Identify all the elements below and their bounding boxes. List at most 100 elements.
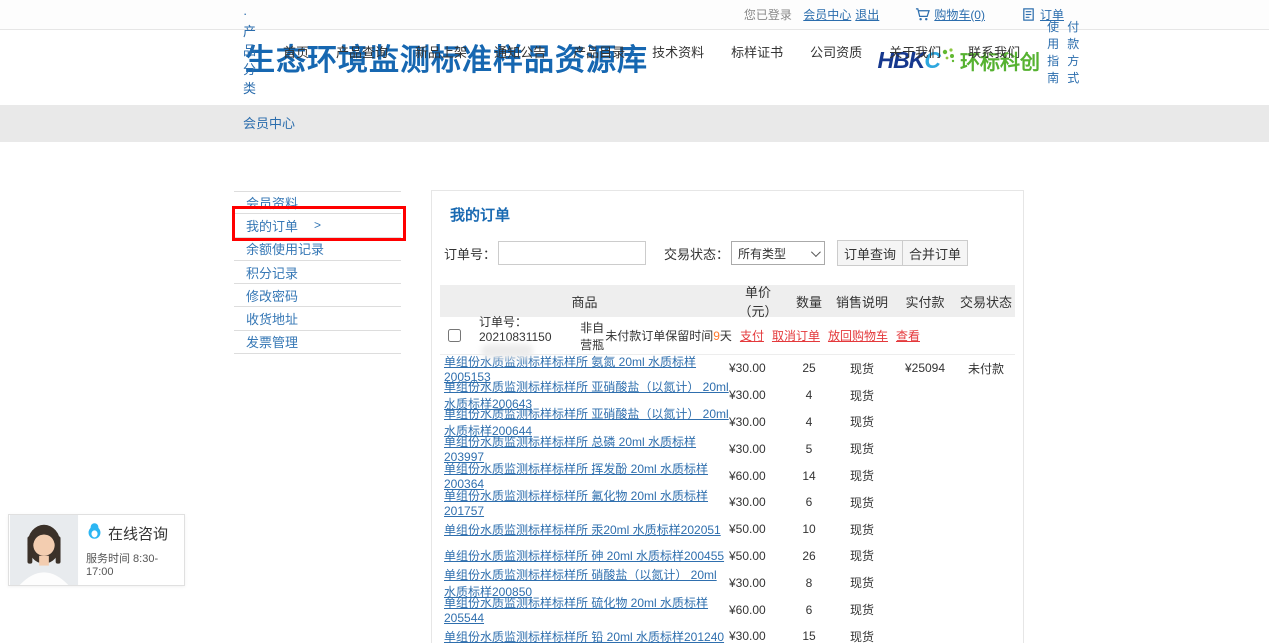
orders-panel: 我的订单 订单号： 交易状态： 所有类型 订单查询 合并订单 商品 单价（元） … xyxy=(431,190,1024,643)
qq-icon xyxy=(86,522,103,544)
col-header-price: 单价（元） xyxy=(729,282,787,320)
nav-item[interactable]: 公司资质 xyxy=(810,42,862,61)
sidebar-item-label: 修改密码 xyxy=(246,286,298,305)
product-qty: 4 xyxy=(787,388,831,402)
product-row: 单组份水质监测标样标样所 氟化物 20ml 水质标样201757 ¥30.00 … xyxy=(440,489,1015,516)
nav-item[interactable]: 新品上架 xyxy=(415,42,467,61)
sidebar-item[interactable]: 发票管理 xyxy=(234,331,401,354)
nav-item[interactable]: 产品目录 xyxy=(573,42,625,61)
retention-note: 未付款订单保留时间9天 xyxy=(605,327,732,344)
product-qty: 15 xyxy=(787,629,831,643)
nav-usage-guide[interactable]: 使用指南 xyxy=(1047,18,1059,86)
product-price: ¥50.00 xyxy=(729,522,787,536)
col-header-qty: 数量 xyxy=(787,292,831,311)
nav-payment-method[interactable]: 付款方式 xyxy=(1067,18,1079,86)
product-row: 单组份水质监测标样标样所 硝酸盐（以氮计） 20ml 水质标样200850 ¥3… xyxy=(440,569,1015,596)
site-header: 生态环境监测标准样品资源库 HBKC 环标科创 ·产品分类 首页 产品查询 新品… xyxy=(0,30,1269,105)
sidebar-item[interactable]: 余额使用记录 xyxy=(234,238,401,261)
status-label: 交易状态： xyxy=(664,244,729,263)
main-nav: · 产品分类 首页 产品查询 新品上架 通知公告 产品目录 技术资料 标样证书 公… xyxy=(243,6,1064,97)
return-to-cart-link[interactable]: 放回购物车 xyxy=(828,327,888,344)
nav-item[interactable]: 联系我们 xyxy=(968,42,1020,61)
merge-orders-button[interactable]: 合并订单 xyxy=(902,240,968,266)
order-no-label: 订单号： xyxy=(444,244,496,263)
nav-item[interactable]: 关于我们 xyxy=(889,42,941,61)
redacted-order-digits xyxy=(481,344,533,358)
product-row: 单组份水质监测标样标样所 硫化物 20ml 水质标样205544 ¥60.00 … xyxy=(440,596,1015,623)
view-link[interactable]: 查看 xyxy=(896,327,920,344)
sidebar-item-label: 积分记录 xyxy=(246,263,298,282)
product-stock-note: 现货 xyxy=(831,387,893,404)
product-qty: 4 xyxy=(787,415,831,429)
product-qty: 5 xyxy=(787,442,831,456)
sidebar-item[interactable]: 我的订单 > xyxy=(234,214,401,237)
product-price: ¥30.00 xyxy=(729,629,787,643)
page: 您已登录 会员中心退出 购物车(0) 订单 生态环境监测标准样品资源库 HBKC xyxy=(0,0,1269,643)
product-price: ¥30.00 xyxy=(729,495,787,509)
chat-widget-text: 在线咨询 服务时间 8:30-17:00 xyxy=(79,515,184,585)
nav-item[interactable]: 通知公告 xyxy=(494,42,546,61)
product-row: 单组份水质监测标样标样所 总磷 20ml 水质标样203997 ¥30.00 5… xyxy=(440,435,1015,462)
orders-table: 商品 单价（元） 数量 销售说明 实付款 交易状态 订单号：2021083115… xyxy=(440,285,1015,643)
status-select-value: 所有类型 xyxy=(738,245,786,262)
product-link[interactable]: 单组份水质监测标样标样所 汞20ml 水质标样202051 xyxy=(444,523,721,537)
order-filter-bar: 订单号： 交易状态： 所有类型 订单查询 合并订单 xyxy=(444,240,1015,266)
order-no-prefix: 订单号： xyxy=(479,315,527,329)
product-price: ¥30.00 xyxy=(729,415,787,429)
sidebar-item-label: 收货地址 xyxy=(246,309,298,328)
product-qty: 8 xyxy=(787,576,831,590)
product-qty: 26 xyxy=(787,549,831,563)
product-row: 单组份水质监测标样标样所 铅 20ml 水质标样201240 ¥30.00 15… xyxy=(440,623,1015,643)
product-link[interactable]: 单组份水质监测标样标样所 氟化物 20ml 水质标样201757 xyxy=(444,489,708,518)
order-checkbox[interactable] xyxy=(448,329,461,342)
product-link[interactable]: 单组份水质监测标样标样所 铅 20ml 水质标样201240 xyxy=(444,630,724,643)
col-header-paid: 实付款 xyxy=(893,292,957,311)
product-link[interactable]: 单组份水质监测标样标样所 硫化物 20ml 水质标样205544 xyxy=(444,596,708,625)
sidebar-item-label: 余额使用记录 xyxy=(246,239,324,258)
product-row: 单组份水质监测标样标样所 汞20ml 水质标样202051 ¥50.00 10 … xyxy=(440,516,1015,543)
nav-item[interactable]: 标样证书 xyxy=(731,42,783,61)
product-link[interactable]: 单组份水质监测标样标样所 砷 20ml 水质标样200455 xyxy=(444,549,724,563)
chevron-down-icon xyxy=(811,247,821,257)
page-title: 我的订单 xyxy=(450,204,1015,225)
nav-aux-links: 使用指南 付款方式 xyxy=(1047,18,1079,86)
order-type-label: 非自营瓶 xyxy=(580,319,605,353)
retention-days: 9 xyxy=(713,329,720,343)
sidebar-item[interactable]: 修改密码 xyxy=(234,284,401,307)
order-no-input[interactable] xyxy=(498,241,646,265)
pay-link[interactable]: 支付 xyxy=(740,327,764,344)
sidebar-item[interactable]: 会员资料 xyxy=(234,191,401,214)
nav-category-label: 产品分类 xyxy=(243,24,256,96)
col-header-sales-note: 销售说明 xyxy=(831,292,893,311)
nav-item[interactable]: 产品查询 xyxy=(336,42,388,61)
nav-product-category[interactable]: · 产品分类 xyxy=(243,6,256,97)
col-header-status: 交易状态 xyxy=(957,292,1015,311)
product-qty: 10 xyxy=(787,522,831,536)
col-header-product: 商品 xyxy=(440,292,729,311)
online-chat-widget[interactable]: 在线咨询 服务时间 8:30-17:00 xyxy=(8,514,185,586)
sidebar-item[interactable]: 积分记录 xyxy=(234,261,401,284)
product-stock-note: 现货 xyxy=(831,628,893,643)
cancel-order-link[interactable]: 取消订单 xyxy=(772,327,820,344)
nav-item[interactable]: 首页 xyxy=(283,42,309,61)
product-stock-note: 现货 xyxy=(831,494,893,511)
product-price: ¥30.00 xyxy=(729,576,787,590)
sidebar-menu: 会员资料 我的订单 > 余额使用记录 积分记录 修改密码 xyxy=(234,191,401,354)
bullet-icon: · xyxy=(243,6,247,21)
retention-days-unit: 天 xyxy=(720,329,732,343)
product-price: ¥30.00 xyxy=(729,388,787,402)
sidebar-item[interactable]: 收货地址 xyxy=(234,307,401,330)
nav-item[interactable]: 技术资料 xyxy=(652,42,704,61)
status-select[interactable]: 所有类型 xyxy=(731,241,825,265)
chat-service-hours: 服务时间 8:30-17:00 xyxy=(86,550,184,578)
breadcrumb[interactable]: 会员中心 xyxy=(243,105,295,142)
service-agent-avatar xyxy=(9,515,79,585)
order-search-button[interactable]: 订单查询 xyxy=(837,240,903,266)
product-stock-note: 现货 xyxy=(831,440,893,457)
product-stock-note: 现货 xyxy=(831,360,893,377)
product-qty: 14 xyxy=(787,469,831,483)
product-stock-note: 现货 xyxy=(831,467,893,484)
chevron-right-icon: > xyxy=(314,218,321,232)
order-number: 订单号：20210831150 xyxy=(479,313,570,358)
breadcrumb-bar: 会员中心 xyxy=(0,105,1269,142)
